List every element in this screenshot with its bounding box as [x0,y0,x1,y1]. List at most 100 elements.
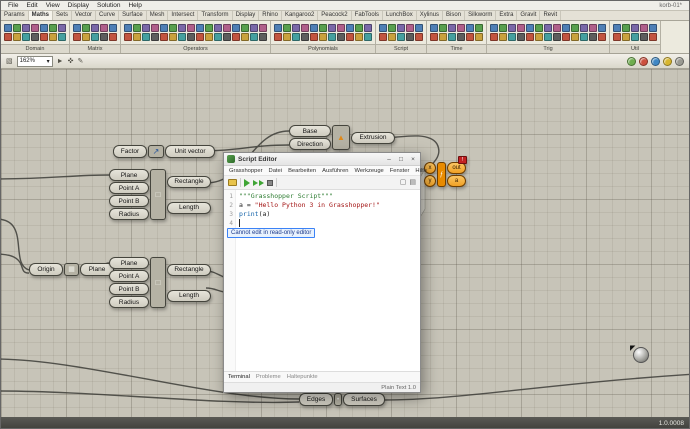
ribbon-component-icon[interactable] [598,33,606,41]
ribbon-component-icon[interactable] [406,33,414,41]
param-output-rectangle[interactable]: Rectangle [167,175,211,188]
ribbon-component-icon[interactable] [214,24,222,32]
ribbon-component-icon[interactable] [196,24,204,32]
param-output-a[interactable]: a [447,175,466,187]
ribbon-component-icon[interactable] [649,33,657,41]
ribbon-component-icon[interactable] [562,24,570,32]
param-input-base[interactable]: Base [289,125,331,137]
ribbon-component-icon[interactable] [598,24,606,32]
editor-title-bar[interactable]: Script Editor – □ × [224,153,420,166]
editor-menu-datei[interactable]: Datei [266,168,286,174]
component-extrusion[interactable]: Base Direction ▲ Extrusion [289,125,395,150]
menu-item-edit[interactable]: Edit [22,1,41,11]
param-output-length[interactable]: Length [167,201,211,214]
component-python-script[interactable]: ! x y ƒ out a [424,156,467,187]
ribbon-component-icon[interactable] [31,24,39,32]
ribbon-component-icon[interactable] [622,33,630,41]
ribbon-component-icon[interactable] [274,33,282,41]
ribbon-component-icon[interactable] [631,33,639,41]
ribbon-group-label[interactable]: Util [610,44,660,53]
ribbon-component-icon[interactable] [397,33,405,41]
ribbon-component-icon[interactable] [388,33,396,41]
ribbon-component-icon[interactable] [283,24,291,32]
ribbon-component-icon[interactable] [58,24,66,32]
param-output-extrusion[interactable]: Extrusion [351,131,395,144]
folder-icon[interactable]: ▧ [6,56,13,67]
ribbon-component-icon[interactable] [22,33,30,41]
ribbon-component-icon[interactable] [196,33,204,41]
open-file-icon[interactable] [228,179,237,186]
editor-panel-tab-haltepunkte[interactable]: Haltepunkte [287,372,318,382]
ribbon-component-icon[interactable] [292,24,300,32]
ribbon-component-icon[interactable] [223,33,231,41]
editor-panel-tab-probleme[interactable]: Probleme [256,372,281,382]
ribbon-component-icon[interactable] [499,24,507,32]
ribbon-component-icon[interactable] [439,33,447,41]
component-plane[interactable]: Origin ▦ Plane [29,263,114,276]
ribbon-component-icon[interactable] [364,33,372,41]
ribbon-component-icon[interactable] [406,24,414,32]
param-input-origin[interactable]: Origin [29,263,63,276]
param-output-length[interactable]: Length [167,289,211,302]
ribbon-component-icon[interactable] [142,24,150,32]
component-rectangle-2[interactable]: Plane Point A Point B Radius □ Rectangle… [109,257,211,308]
ribbon-group-label[interactable]: Script [376,44,426,53]
menu-item-view[interactable]: View [42,1,64,11]
ribbon-component-icon[interactable] [91,24,99,32]
ribbon-component-icon[interactable] [250,24,258,32]
error-badge[interactable]: ! [458,156,467,164]
ribbon-component-icon[interactable] [22,24,30,32]
ribbon-component-icon[interactable] [640,33,648,41]
ribbon-component-icon[interactable] [364,24,372,32]
ribbon-component-icon[interactable] [58,33,66,41]
plane-icon[interactable]: ▦ [64,263,79,276]
ribbon-component-icon[interactable] [466,33,474,41]
zoom-dropdown[interactable]: 162% ▾ [16,55,53,67]
display-toggle-ball[interactable] [663,56,672,66]
tab-display[interactable]: Display [233,11,260,20]
display-toggle-ball[interactable] [639,56,648,66]
ribbon-component-icon[interactable] [346,24,354,32]
panel-layout-icon[interactable]: ▤ [409,177,416,189]
editor-menu-fenster[interactable]: Fenster [387,168,413,174]
ribbon-component-icon[interactable] [490,33,498,41]
param-input-radius[interactable]: Radius [109,208,149,220]
ribbon-component-icon[interactable] [475,33,483,41]
editor-panel-tab-terminal[interactable]: Terminal [228,372,250,383]
ribbon-component-icon[interactable] [292,33,300,41]
tab-fabtools[interactable]: FabTools [352,11,384,20]
ribbon-component-icon[interactable] [355,24,363,32]
ribbon-component-icon[interactable] [301,33,309,41]
ribbon-component-icon[interactable] [187,24,195,32]
ribbon-component-icon[interactable] [379,24,387,32]
ribbon-component-icon[interactable] [40,24,48,32]
menu-item-help[interactable]: Help [124,1,145,11]
ribbon-component-icon[interactable] [169,24,177,32]
ribbon-component-icon[interactable] [415,24,423,32]
ribbon-component-icon[interactable] [151,24,159,32]
ribbon-component-icon[interactable] [13,33,21,41]
minimize-icon[interactable]: – [385,154,393,165]
ribbon-component-icon[interactable] [319,33,327,41]
ribbon-component-icon[interactable] [475,24,483,32]
ribbon-component-icon[interactable] [283,33,291,41]
ribbon-group-label[interactable]: Time [427,44,486,53]
tab-transform[interactable]: Transform [198,11,233,20]
run-all-icon[interactable] [253,179,264,186]
ribbon-component-icon[interactable] [457,33,465,41]
ribbon-component-icon[interactable] [430,33,438,41]
ribbon-group-label[interactable]: Matrix [70,44,120,53]
ribbon-component-icon[interactable] [535,33,543,41]
navigation-sphere[interactable]: ◤ [630,345,649,363]
param-input-y[interactable]: y [424,175,436,187]
ribbon-component-icon[interactable] [13,24,21,32]
ribbon-component-icon[interactable] [274,24,282,32]
run-script-icon[interactable] [244,178,250,187]
ribbon-component-icon[interactable] [580,33,588,41]
ribbon-component-icon[interactable] [232,24,240,32]
ribbon-component-icon[interactable] [415,33,423,41]
pointer-icon[interactable]: ► [57,56,64,67]
ribbon-component-icon[interactable] [337,33,345,41]
ribbon-group-label[interactable]: Domain [1,44,69,53]
tab-lunchbox[interactable]: LunchBox [383,11,417,20]
